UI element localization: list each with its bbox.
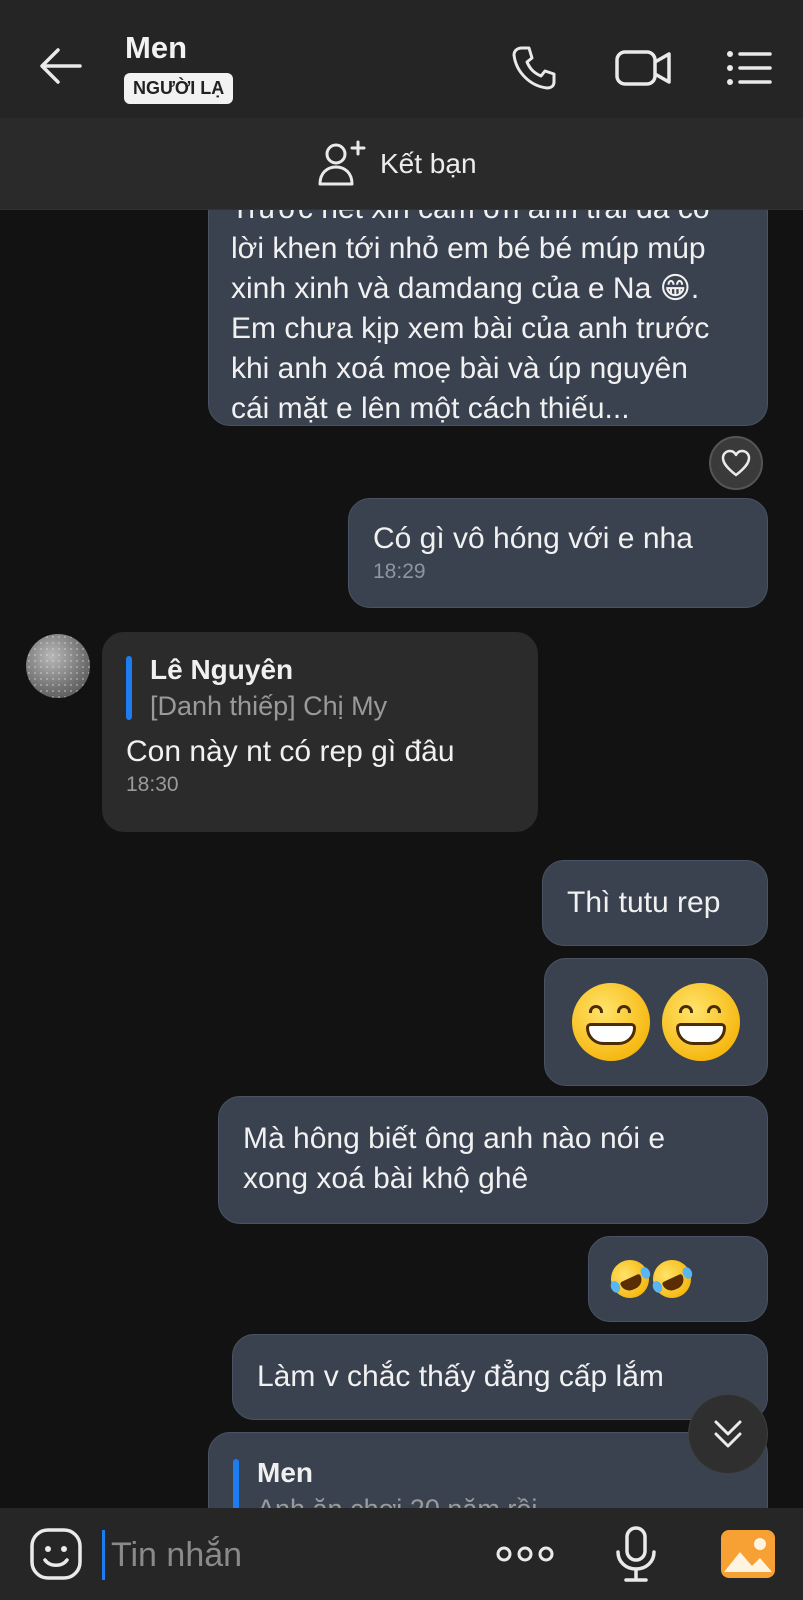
message-bubble-outgoing[interactable]	[544, 958, 768, 1086]
avatar[interactable]	[26, 634, 90, 698]
contact-name[interactable]: Men	[125, 30, 187, 66]
smiley-sticker-icon	[30, 1528, 82, 1580]
video-camera-icon	[615, 50, 671, 86]
send-image-button[interactable]	[718, 1524, 778, 1584]
microphone-icon	[616, 1526, 656, 1582]
message-text: Làm v chắc thấy đẳng cấp lắm	[257, 1360, 664, 1393]
message-text: Có gì vô hóng với e nha	[373, 522, 693, 555]
grinning-emoji-icon	[572, 983, 650, 1061]
add-friend-bar: Kết bạn	[0, 118, 803, 210]
message-text: Trước hết xin cảm ơn anh trai đã có	[231, 210, 745, 229]
message-list[interactable]: Trước hết xin cảm ơn anh trai đã có lời …	[0, 210, 803, 1508]
image-gallery-icon	[721, 1530, 775, 1578]
video-call-button[interactable]	[614, 42, 674, 94]
message-input[interactable]	[102, 1530, 462, 1580]
reply-quote-text: [Danh thiếp] Chị My	[150, 691, 388, 721]
composer-bar	[0, 1508, 803, 1600]
message-text: xinh xinh và damdang của e Na 😁.	[231, 272, 700, 305]
reply-sender-name: Men	[257, 1457, 313, 1488]
stranger-badge: NGƯỜI LẠ	[124, 73, 234, 104]
message-bubble-outgoing[interactable]	[588, 1236, 768, 1322]
message-bubble-outgoing[interactable]: Men Anh ăn chơi 20 năm rồi	[208, 1432, 768, 1508]
reply-quote[interactable]: Men Anh ăn chơi 20 năm rồi	[233, 1455, 743, 1508]
message-text: lời khen tới nhỏ em bé bé múp múp	[231, 232, 706, 265]
message-bubble-incoming[interactable]: Lê Nguyên [Danh thiếp] Chị My Con này nt…	[102, 632, 538, 832]
message-time: 18:29	[373, 560, 426, 583]
add-friend-label: Kết bạn	[380, 148, 477, 179]
back-button[interactable]	[36, 44, 86, 88]
call-button[interactable]	[508, 42, 560, 94]
message-bubble-outgoing[interactable]: Trước hết xin cảm ơn anh trai đã có lời …	[208, 210, 768, 426]
voice-message-button[interactable]	[606, 1524, 666, 1584]
message-text: Mà hông biết ông anh nào nói e	[243, 1122, 666, 1155]
message-text: xong xoá bài khộ ghê	[243, 1162, 529, 1195]
message-text: Con này nt có rep gì đâu	[126, 735, 455, 768]
double-chevron-down-icon	[714, 1420, 742, 1448]
grinning-emoji-icon	[662, 983, 740, 1061]
message-text: Em chưa kịp xem bài của anh trước	[231, 312, 710, 345]
react-button[interactable]	[709, 436, 763, 490]
reply-quote[interactable]: Lê Nguyên [Danh thiếp] Chị My	[126, 652, 514, 724]
reply-sender-name: Lê Nguyên	[150, 654, 294, 685]
message-text: khi anh xoá moẹ bài và úp nguyên	[231, 352, 688, 385]
add-user-icon	[318, 140, 366, 186]
message-bubble-outgoing[interactable]: Có gì vô hóng với e nha 18:29	[348, 498, 768, 608]
message-time: 18:30	[126, 773, 179, 796]
chat-header: Men NGƯỜI LẠ	[0, 0, 803, 118]
more-options-button[interactable]	[494, 1524, 556, 1584]
laughing-emoji-icon	[646, 1253, 698, 1305]
message-text: Thì tutu rep	[567, 886, 721, 919]
sticker-button[interactable]	[26, 1524, 86, 1584]
scroll-to-bottom-button[interactable]	[688, 1394, 768, 1474]
laughing-emoji-icon	[604, 1253, 656, 1305]
heart-icon	[721, 449, 751, 477]
add-friend-button[interactable]: Kết bạn	[318, 138, 477, 190]
reply-quote-text: Anh ăn chơi 20 năm rồi	[257, 1491, 743, 1508]
message-bubble-outgoing[interactable]: Mà hông biết ông anh nào nói e xong xoá …	[218, 1096, 768, 1224]
list-menu-icon	[727, 51, 772, 85]
phone-icon	[512, 46, 556, 90]
more-dots-icon	[496, 1546, 554, 1562]
message-bubble-outgoing[interactable]: Làm v chắc thấy đẳng cấp lắm	[232, 1334, 768, 1420]
message-bubble-outgoing[interactable]: Thì tutu rep	[542, 860, 768, 946]
menu-button[interactable]	[724, 42, 776, 94]
message-text: cái mặt e lên một cách thiếu...	[231, 392, 630, 425]
arrow-left-icon	[40, 48, 82, 84]
